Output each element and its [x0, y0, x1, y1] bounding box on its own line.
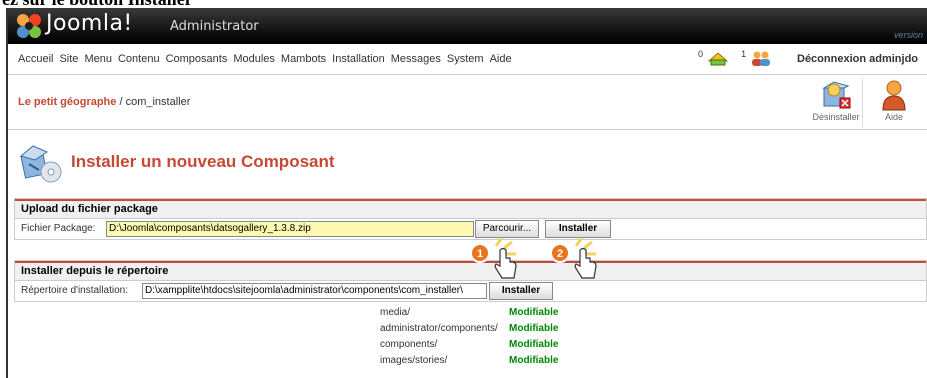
- step-1-marker: 1: [470, 237, 517, 279]
- directory-input[interactable]: D:\xampplite\htdocs\sitejoomla\administr…: [142, 283, 487, 299]
- permission-path: media/: [380, 307, 411, 318]
- uninstall-label: Désinstaller: [812, 112, 860, 122]
- permission-status: Modifiable: [509, 339, 559, 350]
- uninstall-button[interactable]: Désinstaller: [809, 77, 863, 127]
- package-file-input[interactable]: D:\Joomla\composants\datsogallery_1.3.8.…: [106, 221, 474, 237]
- users-count: 1: [741, 49, 747, 59]
- page-title: Installer un nouveau Composant: [71, 152, 335, 171]
- pathway-bar: Le petit géographe / com_installer Désin…: [8, 75, 927, 130]
- permission-status: Modifiable: [509, 307, 559, 318]
- directory-install-button[interactable]: Installer: [489, 282, 553, 300]
- breadcrumb: Le petit géographe / com_installer: [18, 96, 190, 108]
- messages-icon[interactable]: [706, 49, 730, 67]
- menu-item-mambots[interactable]: Mambots: [281, 53, 326, 65]
- menu-item-site[interactable]: Site: [59, 53, 78, 65]
- menu-item-modules[interactable]: Modules: [233, 53, 275, 65]
- joomla-logo-icon: [17, 14, 41, 38]
- status-counts: 0 1: [698, 49, 773, 69]
- caption-text: ez sur le bouton Installer: [2, 0, 193, 8]
- permission-status: Modifiable: [509, 355, 559, 366]
- help-label: Aide: [884, 112, 903, 122]
- step-1-number: 1: [477, 248, 483, 260]
- installer-icon: [19, 145, 62, 183]
- upload-heading: Upload du fichier package: [15, 199, 926, 219]
- permission-row: administrator/components/ Modifiable: [380, 323, 558, 338]
- uninstall-icon: [822, 81, 851, 109]
- permission-path: administrator/components/: [380, 323, 498, 334]
- help-button[interactable]: Aide: [869, 77, 919, 127]
- version-label: version: [893, 30, 923, 40]
- help-icon: [882, 80, 906, 111]
- permission-path: components/: [380, 339, 438, 350]
- menu-item-contenu[interactable]: Contenu: [118, 53, 160, 65]
- main-menu-bar: Accueil Site Menu Contenu Composants Modules M…: [8, 44, 927, 75]
- menu-item-composants[interactable]: Composants: [166, 53, 228, 65]
- permission-row: images/stories/ Modifiable: [380, 355, 558, 370]
- step-2-marker: 2: [550, 237, 597, 279]
- menu-items: Accueil Site Menu Contenu Composants Modules M…: [18, 53, 518, 65]
- menu-item-accueil[interactable]: Accueil: [18, 53, 53, 65]
- permission-row: media/ Modifiable: [380, 307, 558, 322]
- package-label: Fichier Package:: [21, 223, 96, 234]
- admin-header: Joomla! Administrator version: [8, 8, 927, 44]
- menu-item-menu[interactable]: Menu: [84, 53, 112, 65]
- step-2-number: 2: [557, 248, 563, 260]
- breadcrumb-current: / com_installer: [116, 96, 191, 108]
- menu-item-aide[interactable]: Aide: [490, 53, 512, 65]
- menu-item-installation[interactable]: Installation: [332, 53, 385, 65]
- permission-row: components/ Modifiable: [380, 339, 558, 354]
- messages-count: 0: [698, 49, 704, 59]
- top-caption: ez sur le bouton Installer: [0, 0, 927, 8]
- menu-item-messages[interactable]: Messages: [391, 53, 441, 65]
- directory-label: Répertoire d'installation:: [21, 285, 128, 296]
- upload-section: Upload du fichier package Fichier Packag…: [14, 198, 927, 240]
- menu-item-system[interactable]: System: [447, 53, 484, 65]
- logo-text: Joomla!: [46, 11, 133, 36]
- users-icon[interactable]: [749, 49, 773, 67]
- directory-row: Répertoire d'installation: D:\xampplite\…: [15, 281, 926, 301]
- permission-status: Modifiable: [509, 323, 559, 334]
- page-header: Installer un nouveau Composant: [17, 140, 335, 184]
- logo-subtitle: Administrator: [170, 19, 259, 34]
- logout-link[interactable]: Déconnexion adminjdo: [797, 53, 918, 65]
- permission-path: images/stories/: [380, 355, 448, 366]
- breadcrumb-site[interactable]: Le petit géographe: [18, 96, 116, 108]
